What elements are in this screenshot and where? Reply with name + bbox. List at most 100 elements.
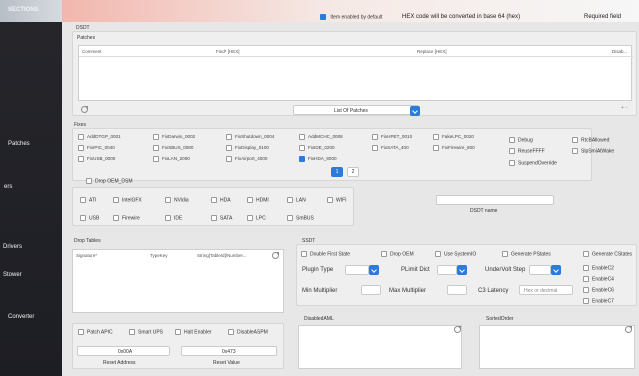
device-ati[interactable]: ATI [80,197,96,203]
patch-apic[interactable]: Patch APIC [78,329,113,335]
fix-shutdown[interactable]: FixShutdown_0004 [226,134,274,140]
fix-addtgp[interactable]: AddDTGP_0001 [78,134,121,140]
undervolt-step-label: UnderVolt Step [485,267,526,273]
list-of-patches-chevron-icon[interactable] [410,106,420,116]
device-firewire[interactable]: Firewire [113,215,140,221]
enable-c7[interactable]: EnableC7 [583,298,614,304]
ssdt-drop-oem[interactable]: Drop OEM [381,251,414,257]
dsdt-name-input[interactable] [436,195,554,205]
sidebar-item-stower[interactable]: Stower [3,272,22,278]
device-smbus[interactable]: SmBUS [287,215,314,221]
option-slpsmiatwake[interactable]: SlpSmiAtWake [572,148,614,154]
dsdt-name-label: DSDT name [470,208,498,214]
device-ide[interactable]: IDE [165,215,182,221]
undervolt-step-chevron-icon[interactable] [551,265,561,275]
plugin-type-chevron-icon[interactable] [369,265,379,275]
top-check-icon[interactable] [320,14,326,20]
device-hdmi[interactable]: HDMI [247,197,269,203]
min-multiplier-label: Min Multiplier [302,288,338,294]
patch-column-comment: Comment [82,49,102,54]
fix-firewire[interactable]: FixFirewire_800 [433,145,475,151]
patches-label: Patches [77,35,96,41]
bottom-left-panel: Patch APIC Smart UPS Halt Enabler Disabl… [72,323,284,369]
fix-sbus[interactable]: FixSBUS_0080 [153,145,193,151]
fix-page-2-button[interactable]: 2 [347,167,359,177]
fix-addmchc[interactable]: AddMCHC_0008 [299,134,343,140]
fix-hda[interactable]: FixHDA_8000 [299,156,337,162]
fix-airport[interactable]: FixAirport_4000 [226,156,267,162]
enable-c4[interactable]: EnableC4 [583,276,614,282]
disable-aspm[interactable]: DisableASPM [228,329,268,335]
enable-c6[interactable]: EnableC6 [583,287,614,293]
list-of-patches-select[interactable]: List Of Patches [293,105,420,116]
ssdt-double-first-state[interactable]: Double First State [301,251,350,257]
drop-col-signature: Signature* [76,253,98,258]
fix-hpet[interactable]: FixHPET_0010 [372,134,412,140]
c3-latency-placeholder: Hex or decimal [524,288,558,294]
sidebar-item-patches[interactable]: Patches [8,141,30,147]
reset-value-value: 0x473 [222,349,236,355]
fix-darwin[interactable]: FixDarwin_0002 [153,134,195,140]
device-nvidia[interactable]: NVidia [165,197,189,203]
enable-c2[interactable]: EnableC2 [583,265,614,271]
patch-column-replace: Replace [HEX] [417,49,447,54]
c3-latency-input[interactable]: Hex or decimal [519,285,573,295]
ssdt-panel: Double First State Drop OEM Use SystemIO… [296,244,637,306]
max-multiplier-label: Max Multiplier [389,288,427,294]
device-lan[interactable]: LAN [287,197,306,203]
drop-oem-dsm[interactable]: Drop OEM_DSM [86,178,133,184]
top-checkbox-row[interactable]: Item enabled by default [320,14,382,20]
devices-panel: ATI IntelGFX NVidia HDA HDMI LAN WIFI US… [72,187,354,226]
sidebar-item-drivers[interactable]: Drivers [3,244,22,250]
reset-address-input[interactable]: 0x00A [77,346,170,356]
disabled-aml-list[interactable] [298,325,462,369]
sorted-order-refresh-icon[interactable] [625,326,632,333]
patches-table[interactable]: Comment Find* [HEX] Replace [HEX] Disab.… [78,45,633,101]
option-rtcballowed[interactable]: RtcBAllowed [572,137,609,143]
plugin-type-select[interactable] [345,265,369,275]
option-suspendoverride[interactable]: SuspendOverride [509,160,557,166]
patches-refresh-icon[interactable] [81,106,88,113]
device-usb[interactable]: USB [80,215,99,221]
fix-display[interactable]: FixDisplay_0100 [226,145,269,151]
sorted-order-list[interactable] [479,325,635,369]
sidebar: SECTIONS Patches ers Drivers Stower Conv… [0,0,62,376]
drop-tables-table[interactable]: Signature* TypeKey String[TableId]/Numbe… [72,249,284,313]
reset-value-label: Reset Value [213,360,240,366]
fix-page-1-button[interactable]: 1 [331,167,343,177]
smart-ups[interactable]: Smart UPS [129,329,163,335]
ssdt-generate-cstates[interactable]: Generate CStates [583,251,632,257]
halt-enabler[interactable]: Halt Enabler [175,329,212,335]
sidebar-item-ers[interactable]: ers [4,184,12,190]
fix-sata[interactable]: FixSATA_400 [372,145,409,151]
device-wifi[interactable]: WIFI [327,197,347,203]
option-reuseffff[interactable]: ReuseFFFF [509,148,545,154]
patch-add-remove-text[interactable]: + − [621,105,628,111]
sidebar-item-converter[interactable]: Converter [8,314,34,320]
fix-lan[interactable]: FixLAN_2000 [153,156,190,162]
disabled-aml-refresh-icon[interactable] [454,326,461,333]
fix-usb[interactable]: FixUSB_0000 [78,156,115,162]
max-multiplier-input[interactable] [447,285,467,295]
device-hda[interactable]: HDA [211,197,231,203]
device-intelgfx[interactable]: IntelGFX [113,197,142,203]
reset-value-input[interactable]: 0x473 [181,346,277,356]
device-lpc[interactable]: LPC [247,215,266,221]
fix-ipic[interactable]: FixIPIC_0040 [78,145,115,151]
patch-table-header-divider [79,56,633,57]
fix-fakelpc[interactable]: FakeLPC_0020 [433,134,474,140]
device-sata[interactable]: SATA [211,215,232,221]
undervolt-step-select[interactable] [529,265,551,275]
required-label: Required field [584,14,622,20]
patches-panel: Patches Comment Find* [HEX] Replace [HEX… [72,31,637,116]
plimit-dict-select[interactable] [437,265,457,275]
ssdt-use-systemio[interactable]: Use SystemIO [435,251,476,257]
drop-tables-refresh-icon[interactable] [272,252,279,259]
patch-column-find: Find* [HEX] [216,49,240,54]
plimit-dict-chevron-icon[interactable] [457,265,467,275]
min-multiplier-input[interactable] [361,285,381,295]
ssdt-generate-pstates[interactable]: Generate PStates [502,251,551,257]
drop-col-typekey: TypeKey [150,253,168,258]
fix-ide[interactable]: FixIDE_0200 [299,145,335,151]
option-debug[interactable]: Debug [509,137,533,143]
